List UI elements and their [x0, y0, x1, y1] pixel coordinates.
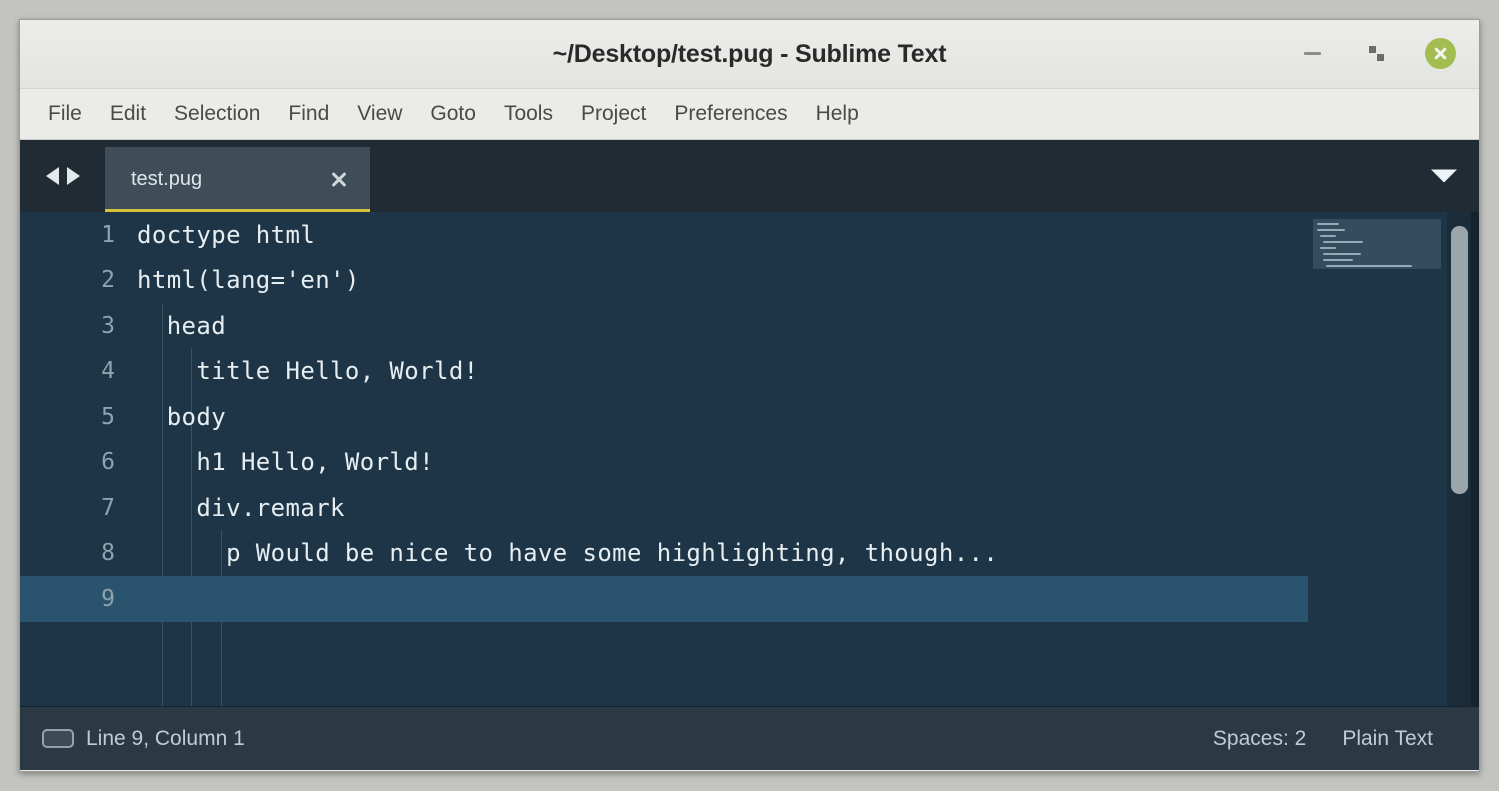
close-button-circle — [1424, 37, 1456, 69]
code-lines[interactable]: 1 doctype html 2 html(lang='en') 3 head … — [20, 212, 1479, 706]
code-line[interactable]: 8 p Would be nice to have some highlight… — [20, 531, 1479, 577]
window-controls — [1295, 36, 1457, 70]
menu-item-edit[interactable]: Edit — [96, 98, 160, 130]
code-line[interactable]: 2 html(lang='en') — [20, 258, 1479, 304]
close-button[interactable] — [1423, 36, 1457, 70]
close-icon — [1433, 46, 1448, 61]
window-titlebar[interactable]: ~/Desktop/test.pug - Sublime Text — [20, 20, 1479, 89]
minimap-line — [1323, 241, 1363, 243]
tab-nav-arrows — [20, 140, 105, 212]
minimize-icon — [1303, 51, 1321, 55]
line-text: html(lang='en') — [137, 266, 360, 295]
vertical-scrollbar-track[interactable] — [1447, 212, 1471, 706]
triangle-left-icon[interactable] — [45, 167, 59, 185]
line-text: body — [137, 402, 227, 431]
line-number: 6 — [101, 449, 115, 476]
minimap-line — [1317, 229, 1345, 231]
tab-test-pug[interactable]: test.pug — [105, 147, 370, 212]
code-line[interactable]: 5 body — [20, 394, 1479, 440]
desktop-background: ~/Desktop/test.pug - Sublime Text File E… — [0, 0, 1499, 791]
line-text: p Would be nice to have some highlightin… — [137, 539, 999, 568]
maximize-button[interactable] — [1359, 36, 1393, 70]
menu-item-tools[interactable]: Tools — [490, 98, 567, 130]
line-text: div.remark — [137, 493, 345, 522]
editor-right-edge — [1471, 212, 1479, 706]
sublime-text-window: ~/Desktop/test.pug - Sublime Text File E… — [19, 19, 1480, 772]
line-number: 5 — [101, 403, 115, 430]
menu-item-project[interactable]: Project — [567, 98, 660, 130]
code-line-current[interactable]: 9 — [20, 576, 1479, 622]
line-text: h1 Hello, World! — [137, 448, 434, 477]
menu-item-selection[interactable]: Selection — [160, 98, 274, 130]
window-title: ~/Desktop/test.pug - Sublime Text — [552, 40, 947, 68]
menu-item-preferences[interactable]: Preferences — [660, 98, 801, 130]
menu-item-file[interactable]: File — [34, 98, 96, 130]
menu-item-help[interactable]: Help — [802, 98, 873, 130]
minimap-line — [1326, 265, 1412, 267]
line-number: 7 — [101, 494, 115, 521]
line-text: doctype html — [137, 220, 316, 249]
maximize-icon — [1368, 45, 1384, 61]
minimap-line — [1323, 253, 1361, 255]
line-number: 4 — [101, 358, 115, 385]
vertical-scrollbar-thumb[interactable] — [1451, 226, 1468, 494]
minimap-line — [1323, 259, 1353, 261]
code-line[interactable]: 7 div.remark — [20, 485, 1479, 531]
minimap-line — [1317, 223, 1339, 225]
tab-close-icon[interactable] — [330, 171, 348, 189]
status-bar-right: Spaces: 2 Plain Text — [1195, 721, 1479, 757]
current-line-highlight — [20, 576, 1308, 622]
minimap-line — [1320, 235, 1336, 237]
line-number: 8 — [101, 540, 115, 567]
status-cursor-position: Line 9, Column 1 — [86, 726, 245, 750]
line-text: head — [137, 311, 227, 340]
sidebar-toggle-icon[interactable] — [42, 729, 74, 748]
minimize-button[interactable] — [1295, 36, 1329, 70]
code-line[interactable]: 1 doctype html — [20, 212, 1479, 258]
menu-item-view[interactable]: View — [343, 98, 416, 130]
code-editor[interactable]: 1 doctype html 2 html(lang='en') 3 head … — [20, 212, 1479, 706]
triangle-right-icon[interactable] — [66, 167, 80, 185]
tab-label: test.pug — [131, 168, 203, 190]
minimap-viewport[interactable] — [1313, 219, 1441, 269]
line-number: 1 — [101, 221, 115, 248]
status-syntax[interactable]: Plain Text — [1324, 721, 1451, 757]
tab-bar: test.pug — [20, 140, 1479, 212]
line-number: 3 — [101, 312, 115, 339]
line-text: title Hello, World! — [137, 357, 479, 386]
indent-guide — [162, 303, 163, 706]
code-line[interactable]: 6 h1 Hello, World! — [20, 440, 1479, 486]
line-number: 2 — [101, 267, 115, 294]
minimap-line — [1320, 247, 1336, 249]
status-indentation[interactable]: Spaces: 2 — [1195, 721, 1324, 757]
code-line[interactable]: 3 head — [20, 303, 1479, 349]
menubar: File Edit Selection Find View Goto Tools… — [20, 89, 1479, 140]
line-number: 9 — [101, 585, 115, 612]
menu-item-find[interactable]: Find — [274, 98, 343, 130]
chevron-down-icon[interactable] — [1431, 169, 1457, 183]
status-bar: Line 9, Column 1 Spaces: 2 Plain Text — [20, 706, 1479, 770]
code-line[interactable]: 4 title Hello, World! — [20, 349, 1479, 395]
menu-item-goto[interactable]: Goto — [416, 98, 490, 130]
minimap[interactable] — [1313, 212, 1441, 706]
indent-guide — [191, 348, 192, 706]
